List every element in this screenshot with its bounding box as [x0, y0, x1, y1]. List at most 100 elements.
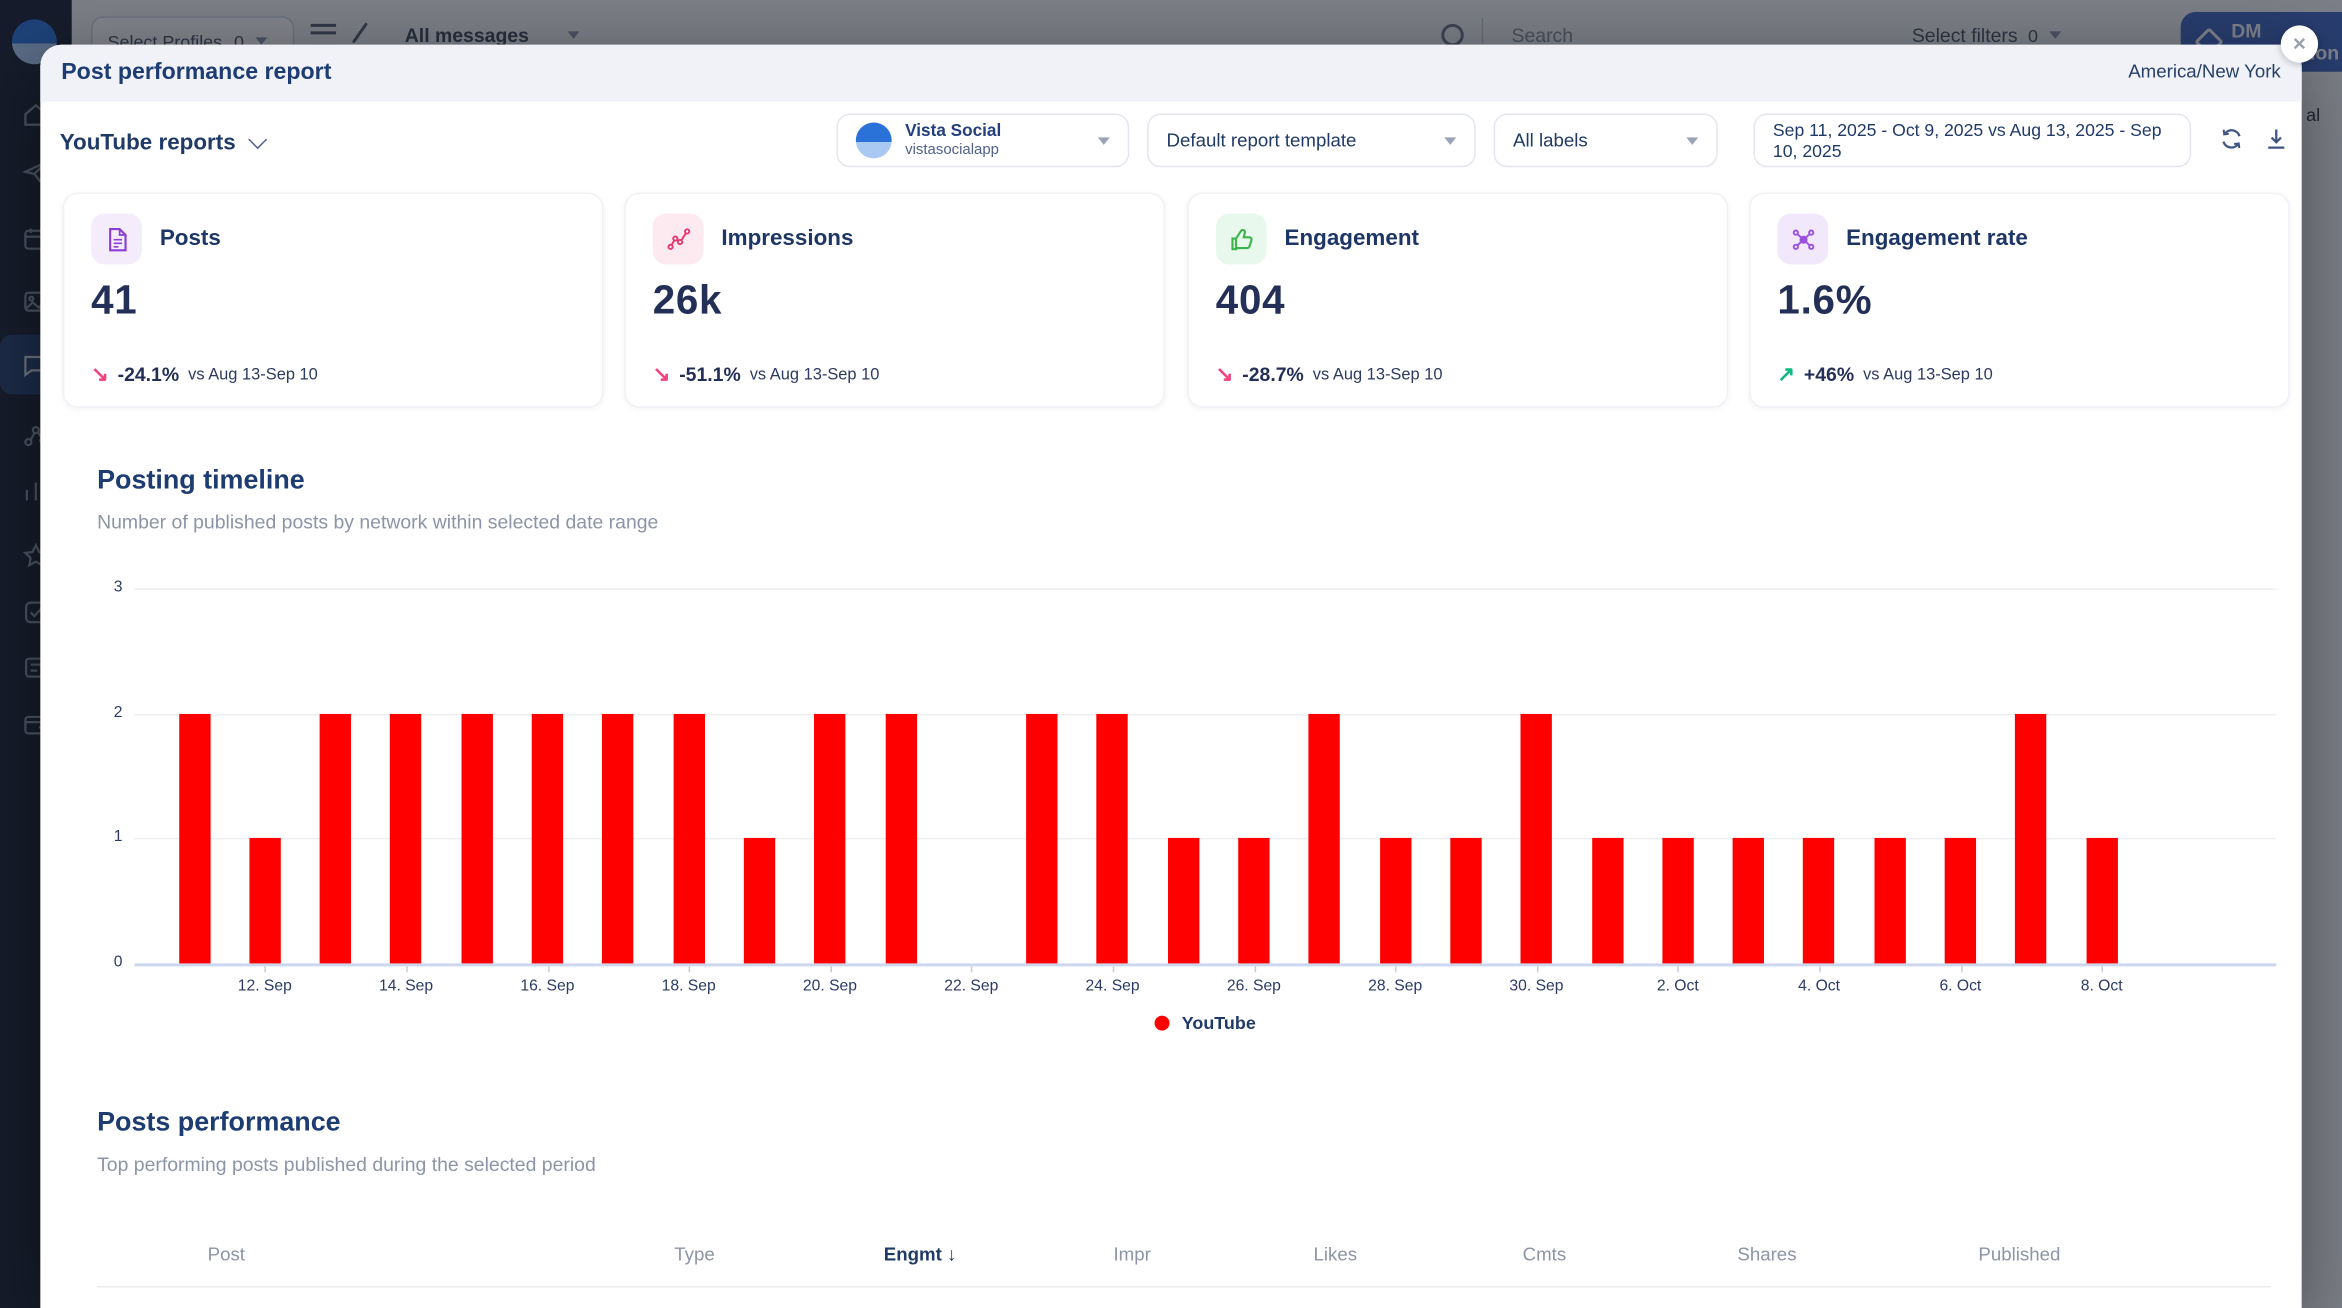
stat-label: Engagement rate: [1846, 226, 2028, 251]
report-type-dropdown[interactable]: YouTube reports: [60, 130, 264, 155]
x-axis-tick: [1819, 966, 1820, 972]
profile-name: Vista Social: [905, 122, 1001, 142]
x-axis-tick: [547, 966, 548, 972]
column-header-type[interactable]: Type: [674, 1244, 714, 1265]
stat-card-engagement-rate: Engagement rate 1.6% ↗ +46% vs Aug 13-Se…: [1749, 193, 2290, 408]
download-icon[interactable]: [2263, 125, 2290, 152]
labels-filter-select[interactable]: All labels: [1494, 114, 1718, 168]
timeline-bar[interactable]: [1168, 838, 1199, 963]
timeline-bar[interactable]: [532, 713, 563, 963]
timeline-bar[interactable]: [320, 713, 351, 963]
profile-avatar: [856, 122, 892, 158]
stat-label: Impressions: [721, 226, 853, 251]
stat-card-posts: Posts 41 ↘ -24.1% vs Aug 13-Sep 10: [63, 193, 604, 408]
x-axis-tick: [1960, 966, 1961, 972]
timeline-bar[interactable]: [1026, 713, 1057, 963]
timeline-bar[interactable]: [1874, 838, 1905, 963]
modal-header: Post performance report America/New York: [40, 45, 2301, 102]
x-axis-tick: [971, 966, 972, 972]
profile-select[interactable]: Vista Social vistasocialapp: [836, 114, 1129, 168]
timeline-plot: 012312. Sep14. Sep16. Sep18. Sep20. Sep2…: [134, 588, 2276, 966]
column-header-shares[interactable]: Shares: [1737, 1244, 1796, 1265]
x-axis-tick-label: 26. Sep: [1206, 977, 1302, 995]
stat-compare: vs Aug 13-Sep 10: [188, 365, 318, 383]
x-axis-tick-label: 24. Sep: [1065, 977, 1161, 995]
timeline-bar[interactable]: [1238, 838, 1269, 963]
share-nodes-icon: [1777, 214, 1828, 265]
timeline-bar[interactable]: [1733, 838, 1764, 963]
posts-performance-subtitle: Top performing posts published during th…: [97, 1153, 596, 1175]
timeline-bar[interactable]: [1379, 838, 1410, 963]
column-header-post[interactable]: Post: [208, 1244, 245, 1265]
x-axis-tick-label: 6. Oct: [1913, 977, 2009, 995]
x-axis-tick-label: 16. Sep: [500, 977, 596, 995]
stat-value: 26k: [653, 278, 723, 324]
date-range-button[interactable]: Sep 11, 2025 - Oct 9, 2025 vs Aug 13, 20…: [1754, 114, 2192, 168]
refresh-icon[interactable]: [2218, 125, 2245, 152]
x-axis-tick: [1536, 966, 1537, 972]
x-axis-tick: [1678, 966, 1679, 972]
stat-value: 404: [1216, 278, 1286, 324]
timeline-bar[interactable]: [1662, 838, 1693, 963]
timeline-bar[interactable]: [249, 838, 280, 963]
thumbs-up-icon: [1216, 214, 1267, 265]
column-header-likes[interactable]: Likes: [1313, 1244, 1357, 1265]
timeline-bar[interactable]: [1097, 713, 1128, 963]
timeline-bar[interactable]: [1521, 713, 1552, 963]
stat-card-impressions: Impressions 26k ↘ -51.1% vs Aug 13-Sep 1…: [624, 193, 1165, 408]
timeline-bar[interactable]: [744, 838, 775, 963]
x-axis-tick-label: 30. Sep: [1489, 977, 1585, 995]
x-axis-tick: [1254, 966, 1255, 972]
stat-label: Posts: [160, 226, 221, 251]
column-header-cmts[interactable]: Cmts: [1523, 1244, 1567, 1265]
stat-compare: vs Aug 13-Sep 10: [1863, 365, 1993, 383]
timeline-bar[interactable]: [1450, 838, 1481, 963]
trend-down-icon: ↘: [1216, 361, 1234, 386]
stat-change: +46%: [1804, 363, 1854, 385]
column-header-impr[interactable]: Impr: [1113, 1244, 1150, 1265]
column-header-published[interactable]: Published: [1978, 1244, 2060, 1265]
x-axis-tick: [830, 966, 831, 972]
timeline-bar[interactable]: [390, 713, 421, 963]
timeline-bar[interactable]: [885, 713, 916, 963]
gridline: [134, 588, 2276, 589]
x-axis-tick-label: 8. Oct: [2054, 977, 2150, 995]
timeline-bar[interactable]: [2015, 713, 2046, 963]
timezone-label: America/New York: [2128, 61, 2281, 82]
x-axis-tick: [2102, 966, 2103, 972]
trend-down-icon: ↘: [653, 361, 671, 386]
timeline-bar[interactable]: [814, 713, 845, 963]
timeline-bar[interactable]: [1803, 838, 1834, 963]
x-axis-tick-label: 12. Sep: [217, 977, 313, 995]
x-axis-tick-label: 2. Oct: [1630, 977, 1726, 995]
close-icon: ×: [2293, 33, 2306, 55]
x-axis-tick: [1113, 966, 1114, 972]
stat-card-engagement: Engagement 404 ↘ -28.7% vs Aug 13-Sep 10: [1187, 193, 1728, 408]
chevron-down-icon: [248, 130, 267, 149]
table-divider: [97, 1286, 2270, 1287]
chevron-down-icon: [1686, 137, 1698, 144]
timeline-bar[interactable]: [2086, 838, 2117, 963]
close-button[interactable]: ×: [2281, 25, 2318, 62]
column-header-engmt[interactable]: Engmt ↓: [884, 1244, 957, 1265]
stat-change: -28.7%: [1242, 363, 1304, 385]
timeline-bar[interactable]: [1309, 713, 1340, 963]
timeline-bar[interactable]: [1945, 838, 1976, 963]
timeline-bar[interactable]: [1591, 838, 1622, 963]
posts-performance-title: Posts performance: [97, 1107, 341, 1138]
timeline-bar[interactable]: [602, 713, 633, 963]
x-axis-tick: [265, 966, 266, 972]
y-axis-tick-label: 3: [85, 578, 122, 596]
x-axis-tick-label: 14. Sep: [358, 977, 454, 995]
report-type-label: YouTube reports: [60, 130, 236, 155]
timeline-bar[interactable]: [178, 713, 209, 963]
report-template-select[interactable]: Default report template: [1147, 114, 1476, 168]
post-performance-report-modal: Post performance report America/New York…: [40, 45, 2301, 1308]
screen: Select Profiles 0 All messages Search Se…: [0, 0, 2342, 1308]
x-axis-tick-label: 4. Oct: [1771, 977, 1867, 995]
timeline-bar[interactable]: [461, 713, 492, 963]
scatter-chart-icon: [653, 214, 704, 265]
timeline-bar[interactable]: [673, 713, 704, 963]
y-axis-tick-label: 2: [85, 703, 122, 721]
stat-compare: vs Aug 13-Sep 10: [750, 365, 880, 383]
